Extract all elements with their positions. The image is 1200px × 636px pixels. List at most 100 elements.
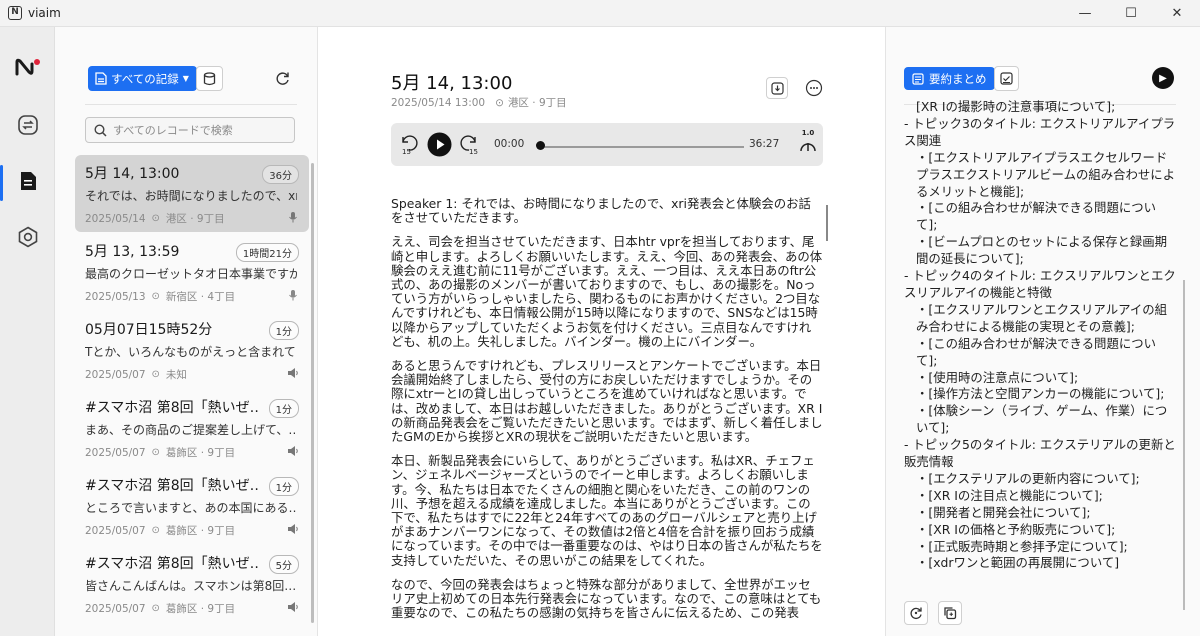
title-bar: N viaim — ☐ ✕ [0,0,1200,27]
location-pin-icon: ⊙ [151,291,160,302]
speaker-icon [288,446,298,456]
download-icon [770,81,784,95]
transcript-scrollbar[interactable] [826,205,828,241]
speed-icon [800,143,816,152]
records-icon[interactable] [12,165,44,197]
forward-button[interactable]: 15 [459,133,479,159]
summary-line: - トピック5のタイトル: エクステリアルの更新と販売情報 [904,437,1176,470]
export-button[interactable] [766,77,788,99]
recording-location: 港区 · 9丁目 [507,97,567,109]
tab-summary[interactable]: 要約まとめ [904,67,995,90]
record-location: 葛飾区 · 9丁目 [165,447,236,459]
record-date: 2025/05/07 [85,368,146,381]
list-scrollbar[interactable] [311,163,314,623]
total-time: 36:27 [749,138,780,150]
location-pin-icon: ⊙ [151,603,160,614]
record-location: 未知 [165,369,187,381]
speaker-icon [288,602,298,612]
transcript: Speaker 1: それでは、お時間になりましたので、xri発表会と体験会のお… [391,197,823,627]
record-item[interactable]: 5月 14, 13:00 36分 それでは、お時間になりましたので、xri発表会… [75,155,309,232]
record-title: 5月 13, 13:59 [85,244,180,260]
duration-badge: 1分 [268,477,299,496]
transfer-icon[interactable] [12,109,44,141]
record-location: 葛飾区 · 9丁目 [165,525,236,537]
play-icon [427,132,452,157]
refresh-button[interactable] [270,66,294,90]
summary-line: ・[xdrワンと範囲の再展開について] [916,555,1120,571]
transcript-paragraph: Speaker 1: それでは、お時間になりましたので、xri発表会と体験会のお… [391,197,811,226]
summary-line: ・[操作方法と空間アンカーの機能について]; [916,386,1165,402]
minimize-button[interactable]: — [1062,0,1108,27]
app-logo-icon: N [8,6,22,20]
tab-summary-label: 要約まとめ [929,71,987,86]
record-list-panel: すべての記録 ▼ 5月 14, 13:00 36分 それでは、お時間になりました… [55,27,318,636]
record-location: 港区 · 9丁目 [165,213,225,225]
summary-line: ・[エクストリアルアイプラスエクセルワードプラスエクストリアルビームの組み合わせ… [916,149,1176,199]
summary-text: [XR Iの撮影時の注意事項について]; - トピック3のタイトル: エクストリ… [904,99,1176,592]
speed-button[interactable]: 1.0 [799,129,817,156]
summary-line: ・[XR Iの価格と予約販売について]; [916,521,1116,537]
record-title: #スマホ沼 第8回「熱いぜ… [85,478,260,494]
svg-text:15: 15 [469,148,478,155]
record-location: 新宿区 · 4丁目 [165,291,236,303]
svg-text:15: 15 [402,148,411,155]
brand-logo-icon[interactable] [12,51,44,83]
play-button[interactable] [427,132,452,161]
record-snippet: 皆さんこんばんは。スマホンは第8回… [85,579,297,593]
summary-scrollbar[interactable] [1183,280,1185,610]
rewind-button[interactable]: 15 [399,133,419,159]
record-date: 2025/05/14 [85,212,146,225]
summary-line: [XR Iの撮影時の注意事項について]; [916,99,1116,114]
audio-player: 15 15 00:00 36:27 1.0 [391,123,823,166]
nav-rail [0,27,55,636]
recording-detail: 5月 14, 13:00 2025/05/14 13:00 ⊙ 港区 · 9丁目… [319,27,884,636]
tab-todo[interactable] [994,66,1019,91]
copy-button[interactable] [938,601,962,625]
record-date: 2025/05/07 [85,602,146,615]
location-pin-icon: ⊙ [151,369,160,380]
record-item[interactable]: #スマホ沼 第8回「熱いぜ… 5分 皆さんこんばんは。スマホンは第8回… 202… [75,545,309,622]
search-input[interactable] [113,123,283,137]
forward-15-icon: 15 [460,135,478,156]
record-date: 2025/05/07 [85,446,146,459]
all-records-filter-button[interactable]: すべての記録 ▼ [88,66,197,91]
rail-active-indicator [0,165,3,201]
seek-thumb[interactable] [536,141,545,150]
record-snippet: それでは、お時間になりましたので、xri発表会と体験会のお話 [85,189,297,203]
transcript-paragraph: あると思うんですけれども、プレスリリースとアンケートでございます。本日会議開始終… [391,358,823,445]
duration-badge: 1時間21分 [235,243,299,262]
speaker-icon [288,368,298,378]
recording-datetime: 2025/05/14 13:00 [391,96,486,109]
current-time: 00:00 [494,138,525,150]
record-item[interactable]: #スマホ沼 第8回「熱いぜ… 1分 まあ、その商品のご提案差し上げて、… 202… [75,389,309,466]
summary-line: - トピック3のタイトル: エクストリアルアイプラス関連 [904,115,1176,148]
settings-icon[interactable] [12,221,44,253]
list-divider [85,104,297,105]
regenerate-icon [910,607,922,620]
summary-line: ・[エクスリアルワンとエクスリアルアイの組み合わせによる機能の実現とその意義]; [916,301,1168,334]
summary-icon [912,72,924,85]
record-snippet: まあ、その商品のご提案差し上げて、… [85,423,297,437]
seek-track[interactable] [540,146,744,148]
collapse-panel-button[interactable]: ▶ [1152,67,1174,89]
more-button[interactable] [803,77,825,99]
mic-icon [289,290,297,301]
record-title: #スマホ沼 第8回「熱いぜ… [85,400,260,416]
close-button[interactable]: ✕ [1154,0,1200,27]
location-pin-icon: ⊙ [495,96,504,109]
rewind-15-icon: 15 [402,135,418,156]
storage-button[interactable] [196,66,223,91]
record-search-box[interactable] [85,117,295,143]
summary-line: ・[この組み合わせが解決できる問題について]; [916,200,1157,233]
record-item[interactable]: #スマホ沼 第8回「熱いぜ… 1分 ところで言いますと、あの本国にある… 202… [75,467,309,544]
record-meta: 2025/05/14 ⊙ 港区 · 9丁目 [85,211,299,226]
regenerate-button[interactable] [904,601,928,625]
record-meta: 2025/05/07 ⊙ 葛飾区 · 9丁目 [85,523,299,538]
maximize-button[interactable]: ☐ [1108,0,1154,27]
page-title: 5月 14, 13:00 [391,73,513,94]
chevron-right-icon: ▶ [1159,72,1167,84]
record-location: 葛飾区 · 9丁目 [165,603,236,615]
record-item[interactable]: 05月07日15時52分 1分 Tとか、いろんなものがえっと含まれて… 2025… [75,311,309,388]
record-item[interactable]: 5月 13, 13:59 1時間21分 最高のクローゼットタオ日本事業ですが… … [75,233,309,310]
location-pin-icon: ⊙ [151,213,160,224]
